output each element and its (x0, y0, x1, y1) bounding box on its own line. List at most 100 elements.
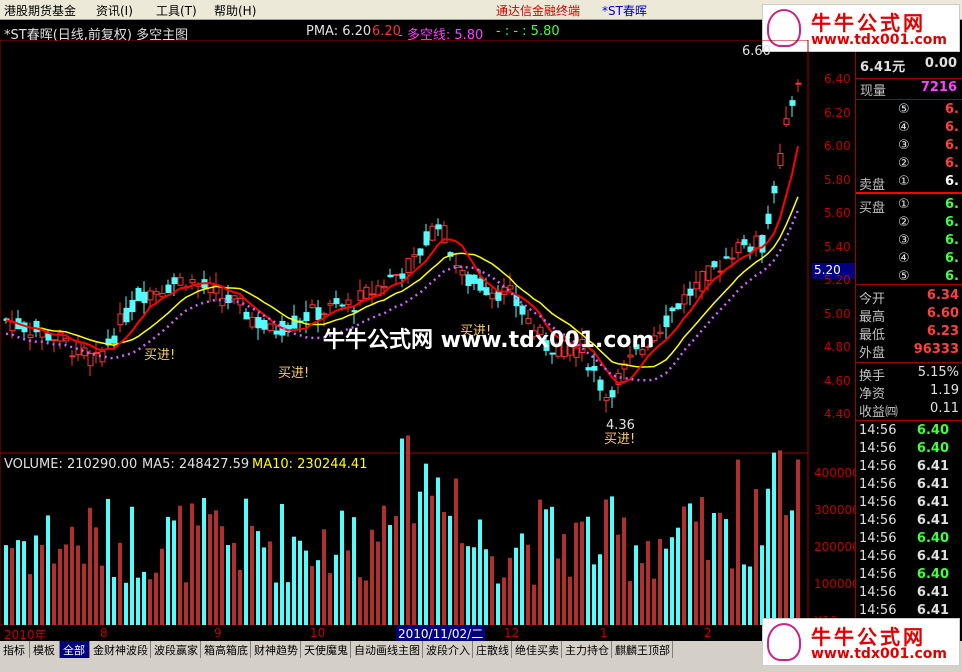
candle-body (189, 279, 196, 284)
buy-signal-4: 买进! (604, 432, 636, 447)
tab-8[interactable]: 自动画线主图 (351, 641, 423, 658)
candle-body (681, 294, 688, 305)
stat-value: 5.15% (917, 365, 959, 380)
stat-label: 最高 (859, 310, 886, 325)
volume-bar (424, 463, 428, 625)
volume-bar (274, 582, 278, 625)
tab-4[interactable]: 波段赢家 (151, 641, 201, 658)
candle-body (411, 254, 418, 258)
tab-12[interactable]: 主力持仓 (562, 641, 612, 658)
candle-body (147, 290, 154, 301)
volume-bar (394, 516, 398, 625)
price-tick-label: 4.60 (824, 373, 851, 388)
volume-bar (382, 505, 386, 625)
volume-bar (142, 571, 146, 625)
tab-7[interactable]: 天使魔鬼 (301, 641, 351, 658)
volume-bar (70, 526, 74, 625)
tab-6[interactable]: 财神趋势 (251, 641, 301, 658)
candle-body (591, 365, 598, 371)
tick-price: 6.41 (916, 513, 949, 528)
tab-1[interactable]: 模板 (30, 641, 60, 658)
tab-0[interactable]: 指标 (0, 641, 30, 658)
candle-body (417, 248, 424, 256)
volume-bar (250, 525, 254, 625)
volume-bar (676, 527, 680, 625)
volume-bar (742, 564, 746, 625)
volume-bar (796, 459, 800, 625)
promo-link[interactable]: 通达信金融终端 (496, 2, 580, 19)
candle-body (513, 294, 520, 307)
volume-bar (670, 537, 674, 625)
tick-time: 14:56 (859, 585, 897, 600)
volume-bar (286, 582, 290, 625)
volume-bar (430, 495, 434, 625)
tab-13[interactable]: 麒麟王顶部 (612, 641, 673, 658)
candle-body (669, 307, 676, 312)
candle-body (483, 287, 490, 296)
price-tick-label: 5.00 (824, 306, 851, 321)
volume-bar (280, 503, 284, 625)
menu-help[interactable]: 帮助(H) (214, 2, 256, 19)
tick-time: 14:56 (859, 441, 897, 456)
volume-bar (166, 516, 170, 625)
volume-bar (454, 478, 458, 625)
candle-body (711, 261, 718, 268)
volume-bar (508, 557, 512, 625)
candle-body (63, 338, 70, 342)
candle-body (351, 310, 358, 313)
volume-bar (490, 556, 494, 625)
candle-body (795, 82, 802, 85)
tab-10[interactable]: 庄散线 (473, 641, 512, 658)
candle-body (9, 321, 16, 332)
stat-value: 6.34 (926, 288, 959, 303)
tab-3[interactable]: 金财神波段 (90, 641, 151, 658)
volume-bar (16, 540, 20, 625)
tick-time: 14:56 (859, 531, 897, 546)
candle-body (291, 315, 298, 329)
candle-body (729, 257, 736, 260)
tick-price: 6.40 (916, 531, 949, 546)
volume-bar (598, 554, 602, 625)
volume-bar (196, 525, 200, 625)
volume-bar (22, 541, 26, 625)
volume-bar (472, 547, 476, 625)
volume-bar (520, 533, 524, 625)
stat-label: 收益㈣ (859, 405, 899, 420)
volume-bar (160, 548, 164, 625)
tab-11[interactable]: 绝佳买卖 (512, 641, 562, 658)
tab-9[interactable]: 波段介入 (423, 641, 473, 658)
menu-news[interactable]: 资讯(I) (96, 2, 133, 19)
volume-bar (262, 547, 266, 625)
volume-label: VOLUME: 210290.00 (4, 457, 138, 472)
volume-bar (370, 529, 374, 625)
candle-body (783, 118, 790, 126)
candle-body (249, 316, 256, 328)
menu-tools[interactable]: 工具(T) (156, 2, 197, 19)
candle-body (393, 273, 400, 276)
sell-level-icon: ② (898, 156, 910, 171)
buy-level-icon: ③ (898, 233, 910, 248)
stat-value: 6.60 (926, 306, 959, 321)
tab-5[interactable]: 箱高箱底 (201, 641, 251, 658)
candle-body (585, 367, 592, 371)
candle-body (435, 224, 442, 230)
volume-bar (256, 531, 260, 625)
volume-bar (664, 548, 668, 625)
volume-bar (238, 569, 242, 625)
candle-body (777, 152, 784, 166)
volume-bar (334, 554, 338, 625)
buy-level-icon: ① (898, 197, 910, 212)
menu-hk-futures[interactable]: 港股期货基金 (4, 2, 76, 19)
volume-bar (700, 497, 704, 625)
candle-body (519, 305, 526, 315)
candle-body (603, 397, 610, 401)
volume-bar (580, 521, 584, 625)
candle-body (69, 355, 76, 358)
tab-2[interactable]: 全部 (60, 641, 90, 658)
volume-bar (568, 576, 572, 625)
volume-bar (628, 581, 632, 625)
date-label: 10 (310, 626, 326, 640)
volume-bar (244, 498, 248, 625)
volume-bar (682, 506, 686, 625)
high-price-label: 6.60 (742, 44, 771, 59)
